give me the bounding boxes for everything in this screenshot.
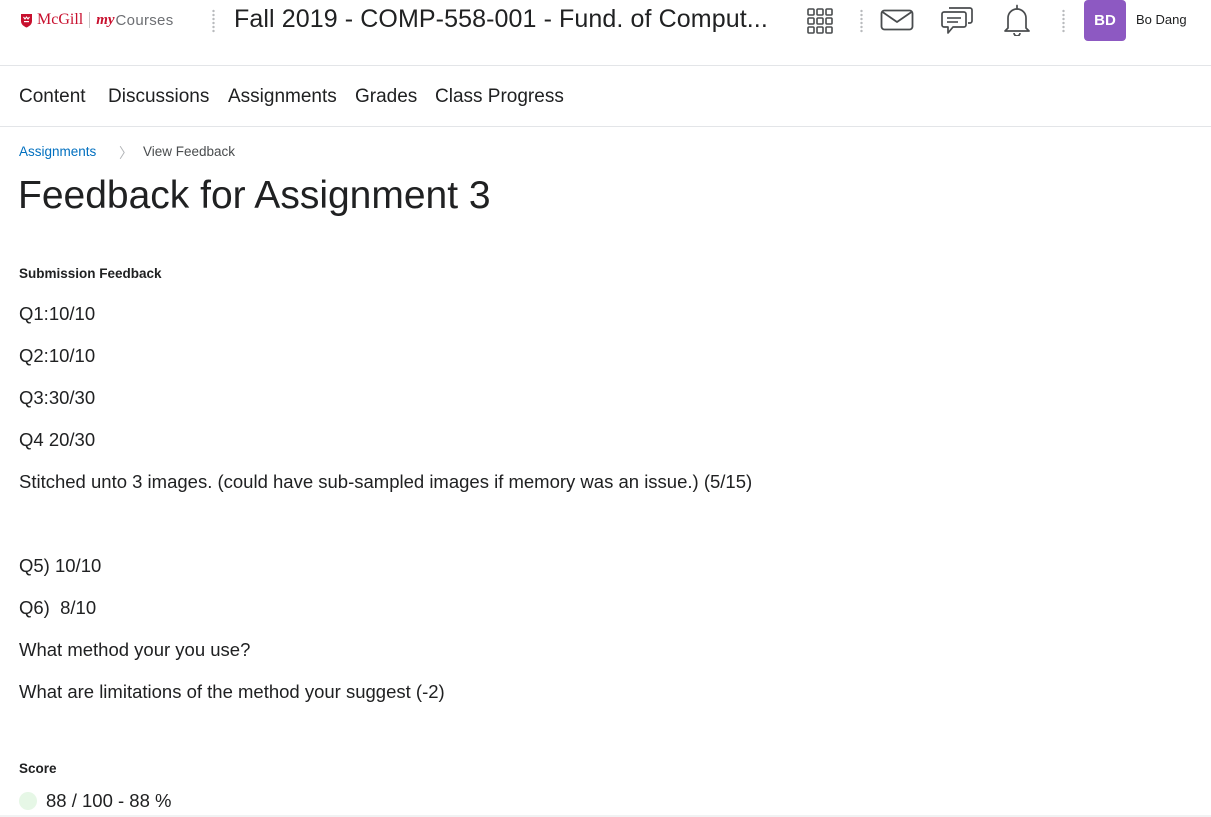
header-divider xyxy=(1062,9,1065,33)
mcgill-crest-icon xyxy=(21,13,32,27)
nav-item-discussions[interactable]: Discussions xyxy=(108,86,209,108)
avatar[interactable]: BD xyxy=(1084,0,1126,41)
top-header: McGill my Courses Fall 2019 - COMP-558-0… xyxy=(0,0,1211,66)
apps-grid-icon[interactable] xyxy=(805,6,835,36)
course-title[interactable]: Fall 2019 - COMP-558-001 - Fund. of Comp… xyxy=(234,5,774,34)
course-navbar: Content Discussions Assignments Grades C… xyxy=(0,66,1211,127)
mail-icon[interactable] xyxy=(879,6,915,34)
page-title: Feedback for Assignment 3 xyxy=(18,174,491,217)
logo-brand: McGill xyxy=(37,11,84,28)
score-status-icon xyxy=(19,792,37,810)
breadcrumb-current: View Feedback xyxy=(143,144,236,159)
feedback-line: Q6) 8/10 xyxy=(19,597,97,618)
nav-item-class-progress[interactable]: Class Progress xyxy=(435,86,564,108)
feedback-line: Stitched unto 3 images. (could have sub-… xyxy=(19,471,753,492)
header-divider xyxy=(212,9,215,33)
score-row: 88 / 100 - 88 % xyxy=(19,790,171,812)
score-value: 88 / 100 - 88 % xyxy=(46,790,172,811)
chevron-right-icon: 〉 xyxy=(119,145,133,161)
logo-product-suffix: Courses xyxy=(115,11,174,29)
user-name[interactable]: Bo Dang xyxy=(1136,12,1187,27)
nav-item-content[interactable]: Content xyxy=(19,86,86,108)
breadcrumb-assignments-link[interactable]: Assignments xyxy=(19,144,96,159)
chat-icon[interactable] xyxy=(940,3,974,37)
feedback-line: Q5) 10/10 xyxy=(19,555,102,576)
logo-product-prefix: my xyxy=(96,11,115,28)
bell-icon[interactable] xyxy=(1001,3,1033,37)
feedback-line: Q4 20/30 xyxy=(19,429,96,450)
feedback-line: What are limitations of the method your … xyxy=(19,681,445,702)
feedback-line: Q2:10/10 xyxy=(19,345,96,366)
mycourses-logo[interactable]: McGill my Courses xyxy=(20,10,174,30)
score-label: Score xyxy=(19,761,57,776)
feedback-line: Q1:10/10 xyxy=(19,303,96,324)
nav-item-grades[interactable]: Grades xyxy=(355,86,417,108)
header-divider xyxy=(860,9,863,33)
logo-divider xyxy=(89,12,91,28)
nav-item-assignments[interactable]: Assignments xyxy=(228,86,337,108)
feedback-line: Q3:30/30 xyxy=(19,387,96,408)
submission-feedback-label: Submission Feedback xyxy=(19,266,162,281)
feedback-line: What method your you use? xyxy=(19,639,251,660)
